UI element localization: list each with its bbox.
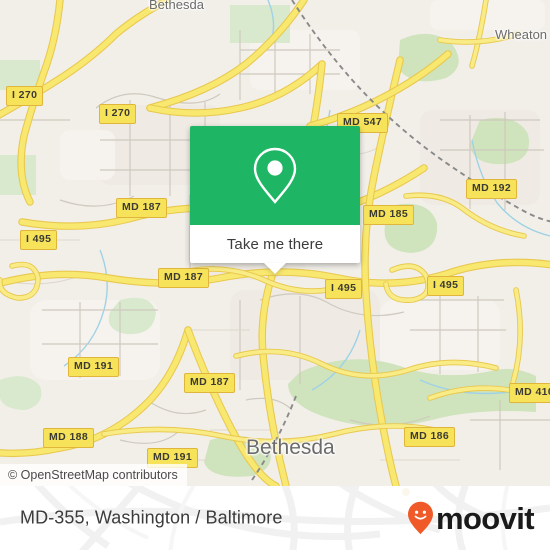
moovit-wordmark: moovit (435, 500, 535, 536)
take-me-there-button[interactable]: Take me there (190, 225, 360, 274)
map-pin-icon (253, 147, 297, 204)
take-me-there-label: Take me there (226, 235, 324, 253)
road-shield: I 495 (427, 276, 465, 296)
map-popup-card[interactable]: Take me there (190, 126, 360, 274)
road-shield: MD 186 (404, 427, 456, 447)
road-shield: MD 410 (509, 383, 550, 403)
road-shield: I 495 (325, 279, 363, 299)
place-label: Bethesda (246, 436, 335, 459)
place-label: Wheaton (495, 27, 548, 42)
road-shield: MD 188 (43, 428, 95, 448)
road-shield: I 270 (99, 104, 137, 124)
popup-pointer (264, 263, 286, 274)
map-attribution[interactable]: © OpenStreetMap contributors (0, 463, 187, 486)
road-shield: MD 185 (363, 205, 415, 225)
map-canvas[interactable]: .bg { fill:#f2efe9; } .park { fill:#d9e9… (0, 0, 550, 486)
road-shield: I 495 (20, 230, 58, 250)
footer-bar: MD-355, Washington / Baltimore moovit (0, 486, 550, 550)
road-shield: I 270 (6, 86, 44, 106)
popup-image-area (190, 126, 360, 225)
road-shield: MD 187 (158, 268, 210, 288)
road-shield: MD 187 (116, 198, 168, 218)
moovit-station-card: .bg { fill:#f2efe9; } .park { fill:#d9e9… (0, 0, 550, 550)
moovit-smiley-pin-icon (407, 501, 433, 535)
page-title: MD-355, Washington / Baltimore (20, 507, 283, 528)
road-shield: MD 187 (184, 373, 236, 393)
place-label: Bethesda (149, 0, 204, 12)
road-shield: MD 191 (68, 357, 120, 377)
road-shield: MD 192 (466, 179, 518, 199)
moovit-brand[interactable]: moovit (407, 500, 535, 536)
